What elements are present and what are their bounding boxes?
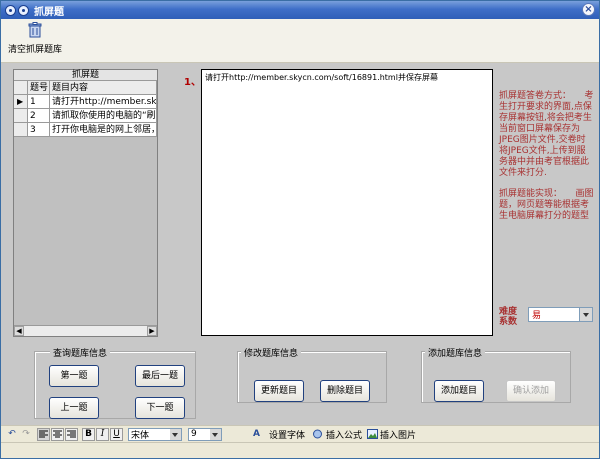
table-row[interactable]: 2 请抓取你使用的电脑的“刷新 (14, 109, 157, 123)
italic-button[interactable]: I (96, 427, 109, 441)
app-icon (5, 4, 16, 16)
title-bar: 抓屏题 × (1, 1, 599, 19)
cell-num[interactable]: 1 (28, 95, 50, 108)
grid-caption: 抓屏题 (14, 70, 157, 81)
question-number: 1、 (184, 77, 201, 88)
question-grid: 抓屏题 题号 题目内容 ▶ 1 请打开http://member.skycn.c… (13, 69, 158, 337)
query-group-title: 查询题库信息 (50, 346, 111, 359)
font-color-icon[interactable]: A (250, 428, 263, 441)
row-indicator (14, 123, 28, 136)
add-group-title: 添加题库信息 (425, 346, 486, 359)
window-title: 抓屏题 (34, 6, 64, 18)
table-row[interactable]: ▶ 1 请打开http://member.skycn.c (14, 95, 157, 109)
query-group: 查询题库信息 第一题 最后一题 上一题 下一题 (34, 346, 196, 419)
update-question-button[interactable]: 更新题目 (254, 380, 304, 402)
row-indicator-header (14, 81, 28, 94)
main-panel: 抓屏题 题号 题目内容 ▶ 1 请打开http://member.skycn.c… (1, 63, 599, 363)
modify-group-title: 修改题库信息 (241, 346, 302, 359)
table-row[interactable]: 3 打开你电脑是的网上邻居，并 (14, 123, 157, 137)
first-question-button[interactable]: 第一题 (49, 365, 99, 387)
main-window: 抓屏题 × 清空抓屏题库 抓屏题 题号 题目内容 ▶ 1 请打开http://m… (0, 0, 600, 459)
chevron-down-icon[interactable] (210, 428, 221, 440)
cell-content[interactable]: 请打开http://member.skycn.c (50, 95, 157, 108)
difficulty-select[interactable]: 易 (528, 307, 593, 322)
font-size-select[interactable]: 9 (188, 427, 222, 441)
font-size-value: 9 (191, 429, 197, 439)
set-font-button[interactable]: 设置字体 (269, 428, 305, 441)
confirm-add-button[interactable]: 确认添加 (506, 380, 556, 402)
answer-method-text: 抓屏题答卷方式： 考生打开要求的界面,点保存屏幕按钮,将会把考生当前窗口屏幕保存… (499, 91, 594, 178)
add-question-button[interactable]: 添加题目 (434, 380, 484, 402)
grid-horizontal-scrollbar[interactable]: ◀ ▶ (14, 325, 157, 336)
previous-question-button[interactable]: 上一题 (49, 397, 99, 419)
last-question-button[interactable]: 最后一题 (135, 365, 185, 387)
align-right-icon[interactable] (65, 427, 78, 441)
current-row-icon: ▶ (14, 95, 28, 108)
align-center-icon[interactable] (51, 427, 64, 441)
clear-bank-button[interactable]: 清空抓屏题库 (7, 22, 63, 60)
question-editor[interactable]: 请打开http://member.skycn.com/soft/16891.ht… (201, 69, 493, 336)
grid-header: 题号 题目内容 (14, 81, 157, 95)
difficulty-value: 易 (532, 311, 542, 321)
image-icon[interactable] (366, 428, 378, 441)
row-indicator (14, 109, 28, 122)
font-name-select[interactable]: 宋体 (128, 427, 182, 441)
close-button[interactable]: × (582, 3, 595, 16)
action-area: 查询题库信息 第一题 最后一题 上一题 下一题 修改题库信息 更新题目 删除题目… (1, 339, 599, 425)
column-header-content[interactable]: 题目内容 (50, 81, 157, 94)
align-left-icon[interactable] (37, 427, 50, 441)
column-header-num[interactable]: 题号 (28, 81, 50, 94)
chevron-down-icon[interactable] (170, 428, 181, 440)
info-panel: 抓屏题答卷方式： 考生打开要求的界面,点保存屏幕按钮,将会把考生当前窗口屏幕保存… (499, 91, 594, 232)
undo-icon[interactable]: ↶ (5, 428, 19, 441)
chevron-down-icon[interactable] (579, 308, 592, 321)
insert-image-button[interactable]: 插入图片 (380, 428, 416, 441)
bin-icon (28, 22, 42, 38)
modify-group: 修改题库信息 更新题目 删除题目 (237, 346, 387, 403)
cell-num[interactable]: 3 (28, 123, 50, 136)
delete-question-button[interactable]: 删除题目 (320, 380, 370, 402)
bold-button[interactable]: B (82, 427, 95, 441)
insert-formula-button[interactable]: 插入公式 (326, 428, 362, 441)
difficulty-label: 难度系数 (499, 307, 518, 327)
format-toolbar: ↶ ↷ B I U 宋体 9 A 设置字体 插入公式 插入图片 (1, 425, 599, 442)
grid-body: ▶ 1 请打开http://member.skycn.c 2 请抓取你使用的电脑… (14, 95, 157, 137)
add-group: 添加题库信息 添加题目 确认添加 (421, 346, 571, 403)
clear-bank-label: 清空抓屏题库 (7, 45, 62, 55)
scroll-left-icon[interactable]: ◀ (14, 326, 24, 336)
next-question-button[interactable]: 下一题 (135, 397, 185, 419)
underline-button[interactable]: U (110, 427, 123, 441)
window-menu-icon[interactable] (18, 4, 29, 16)
status-bar (1, 442, 599, 458)
cell-content[interactable]: 打开你电脑是的网上邻居，并 (50, 123, 157, 136)
toolbar: 清空抓屏题库 (1, 19, 599, 63)
scroll-right-icon[interactable]: ▶ (147, 326, 157, 336)
cell-content[interactable]: 请抓取你使用的电脑的“刷新 (50, 109, 157, 122)
cell-num[interactable]: 2 (28, 109, 50, 122)
formula-icon[interactable] (311, 428, 324, 441)
redo-icon[interactable]: ↷ (19, 428, 33, 441)
feature-text: 抓屏题能实现： 画图题，网页题等能根据考生电脑屏幕打分的题型 (499, 189, 594, 221)
font-name-value: 宋体 (131, 430, 150, 441)
